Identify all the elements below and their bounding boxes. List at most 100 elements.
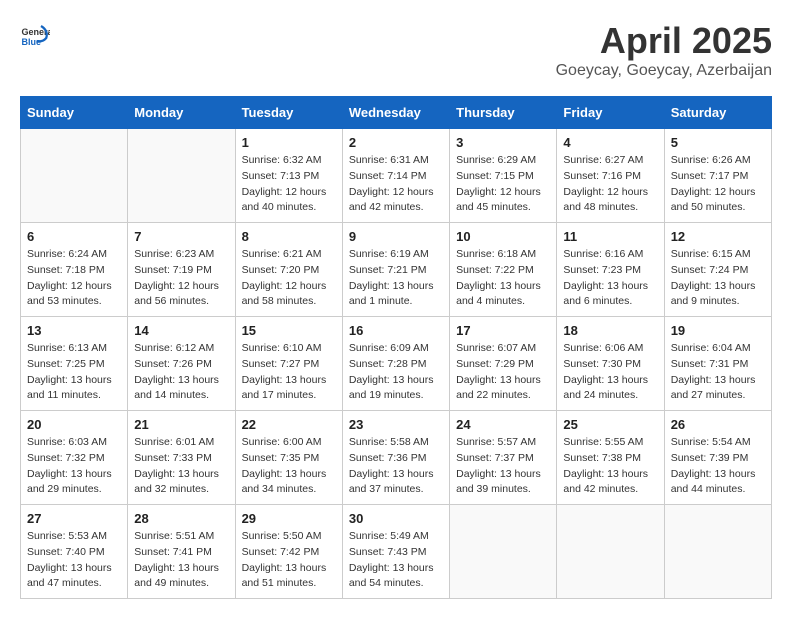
- calendar-body: 1 Sunrise: 6:32 AMSunset: 7:13 PMDaylight…: [21, 129, 772, 599]
- location-title: Goeycay, Goeycay, Azerbaijan: [556, 62, 772, 80]
- day-info: Sunrise: 6:32 AMSunset: 7:13 PMDaylight:…: [242, 153, 336, 216]
- calendar-day-cell: 11 Sunrise: 6:16 AMSunset: 7:23 PMDayligh…: [557, 223, 664, 317]
- calendar-day-cell: [557, 505, 664, 599]
- calendar-day-cell: 29 Sunrise: 5:50 AMSunset: 7:42 PMDayligh…: [235, 505, 342, 599]
- day-info: Sunrise: 6:06 AMSunset: 7:30 PMDaylight:…: [563, 341, 657, 404]
- day-info: Sunrise: 5:53 AMSunset: 7:40 PMDaylight:…: [27, 529, 121, 592]
- day-number: 12: [671, 229, 765, 244]
- weekday-header-cell: Thursday: [450, 97, 557, 129]
- day-info: Sunrise: 6:13 AMSunset: 7:25 PMDaylight:…: [27, 341, 121, 404]
- day-number: 17: [456, 323, 550, 338]
- calendar-day-cell: 20 Sunrise: 6:03 AMSunset: 7:32 PMDayligh…: [21, 411, 128, 505]
- logo: General Blue: [20, 20, 50, 50]
- calendar-day-cell: [128, 129, 235, 223]
- weekday-header-cell: Wednesday: [342, 97, 449, 129]
- calendar-day-cell: 18 Sunrise: 6:06 AMSunset: 7:30 PMDayligh…: [557, 317, 664, 411]
- day-number: 16: [349, 323, 443, 338]
- calendar-day-cell: 7Sunrise: 6:23 AMSunset: 7:19 PMDaylight…: [128, 223, 235, 317]
- day-info: Sunrise: 6:24 AMSunset: 7:18 PMDaylight:…: [27, 247, 121, 310]
- day-number: 6: [27, 229, 121, 244]
- day-info: Sunrise: 6:18 AMSunset: 7:22 PMDaylight:…: [456, 247, 550, 310]
- day-number: 20: [27, 417, 121, 432]
- day-number: 28: [134, 511, 228, 526]
- calendar-day-cell: 16 Sunrise: 6:09 AMSunset: 7:28 PMDayligh…: [342, 317, 449, 411]
- day-info: Sunrise: 6:07 AMSunset: 7:29 PMDaylight:…: [456, 341, 550, 404]
- day-number: 1: [242, 135, 336, 150]
- day-number: 14: [134, 323, 228, 338]
- day-number: 4: [563, 135, 657, 150]
- day-number: 23: [349, 417, 443, 432]
- day-info: Sunrise: 6:12 AMSunset: 7:26 PMDaylight:…: [134, 341, 228, 404]
- calendar-day-cell: 30 Sunrise: 5:49 AMSunset: 7:43 PMDayligh…: [342, 505, 449, 599]
- calendar-table: SundayMondayTuesdayWednesdayThursdayFrid…: [20, 96, 772, 599]
- day-info: Sunrise: 5:49 AMSunset: 7:43 PMDaylight:…: [349, 529, 443, 592]
- day-info: Sunrise: 6:23 AMSunset: 7:19 PMDaylight:…: [134, 247, 228, 310]
- day-number: 9: [349, 229, 443, 244]
- weekday-header-cell: Tuesday: [235, 97, 342, 129]
- day-info: Sunrise: 6:16 AMSunset: 7:23 PMDaylight:…: [563, 247, 657, 310]
- weekday-header-cell: Sunday: [21, 97, 128, 129]
- weekday-header-cell: Monday: [128, 97, 235, 129]
- day-info: Sunrise: 6:29 AMSunset: 7:15 PMDaylight:…: [456, 153, 550, 216]
- calendar-week-row: 20 Sunrise: 6:03 AMSunset: 7:32 PMDayligh…: [21, 411, 772, 505]
- day-number: 25: [563, 417, 657, 432]
- day-info: Sunrise: 6:03 AMSunset: 7:32 PMDaylight:…: [27, 435, 121, 498]
- day-info: Sunrise: 6:09 AMSunset: 7:28 PMDaylight:…: [349, 341, 443, 404]
- day-info: Sunrise: 6:04 AMSunset: 7:31 PMDaylight:…: [671, 341, 765, 404]
- day-info: Sunrise: 5:58 AMSunset: 7:36 PMDaylight:…: [349, 435, 443, 498]
- weekday-header-row: SundayMondayTuesdayWednesdayThursdayFrid…: [21, 97, 772, 129]
- day-info: Sunrise: 6:21 AMSunset: 7:20 PMDaylight:…: [242, 247, 336, 310]
- day-number: 10: [456, 229, 550, 244]
- calendar-day-cell: 4 Sunrise: 6:27 AMSunset: 7:16 PMDaylight…: [557, 129, 664, 223]
- calendar-day-cell: 15 Sunrise: 6:10 AMSunset: 7:27 PMDayligh…: [235, 317, 342, 411]
- day-info: Sunrise: 5:51 AMSunset: 7:41 PMDaylight:…: [134, 529, 228, 592]
- page-header: General Blue April 2025 Goeycay, Goeycay…: [20, 20, 772, 80]
- calendar-day-cell: 25 Sunrise: 5:55 AMSunset: 7:38 PMDayligh…: [557, 411, 664, 505]
- day-info: Sunrise: 6:00 AMSunset: 7:35 PMDaylight:…: [242, 435, 336, 498]
- day-number: 21: [134, 417, 228, 432]
- day-number: 24: [456, 417, 550, 432]
- calendar-day-cell: 17 Sunrise: 6:07 AMSunset: 7:29 PMDayligh…: [450, 317, 557, 411]
- day-number: 13: [27, 323, 121, 338]
- day-info: Sunrise: 5:55 AMSunset: 7:38 PMDaylight:…: [563, 435, 657, 498]
- calendar-day-cell: 5Sunrise: 6:26 AMSunset: 7:17 PMDaylight…: [664, 129, 771, 223]
- day-number: 29: [242, 511, 336, 526]
- calendar-day-cell: 3 Sunrise: 6:29 AMSunset: 7:15 PMDaylight…: [450, 129, 557, 223]
- calendar-day-cell: 24Sunrise: 5:57 AMSunset: 7:37 PMDayligh…: [450, 411, 557, 505]
- calendar-day-cell: 28 Sunrise: 5:51 AMSunset: 7:41 PMDayligh…: [128, 505, 235, 599]
- svg-text:Blue: Blue: [22, 37, 42, 47]
- day-info: Sunrise: 5:54 AMSunset: 7:39 PMDaylight:…: [671, 435, 765, 498]
- day-number: 8: [242, 229, 336, 244]
- calendar-week-row: 27 Sunrise: 5:53 AMSunset: 7:40 PMDayligh…: [21, 505, 772, 599]
- logo-icon: General Blue: [20, 20, 50, 50]
- calendar-day-cell: 22 Sunrise: 6:00 AMSunset: 7:35 PMDayligh…: [235, 411, 342, 505]
- day-info: Sunrise: 5:50 AMSunset: 7:42 PMDaylight:…: [242, 529, 336, 592]
- day-number: 15: [242, 323, 336, 338]
- calendar-day-cell: 9 Sunrise: 6:19 AMSunset: 7:21 PMDaylight…: [342, 223, 449, 317]
- day-number: 26: [671, 417, 765, 432]
- calendar-week-row: 13 Sunrise: 6:13 AMSunset: 7:25 PMDayligh…: [21, 317, 772, 411]
- day-number: 18: [563, 323, 657, 338]
- day-info: Sunrise: 6:27 AMSunset: 7:16 PMDaylight:…: [563, 153, 657, 216]
- day-info: Sunrise: 6:01 AMSunset: 7:33 PMDaylight:…: [134, 435, 228, 498]
- day-number: 30: [349, 511, 443, 526]
- calendar-day-cell: 14 Sunrise: 6:12 AMSunset: 7:26 PMDayligh…: [128, 317, 235, 411]
- day-info: Sunrise: 6:15 AMSunset: 7:24 PMDaylight:…: [671, 247, 765, 310]
- calendar-day-cell: 6 Sunrise: 6:24 AMSunset: 7:18 PMDaylight…: [21, 223, 128, 317]
- calendar-day-cell: 19 Sunrise: 6:04 AMSunset: 7:31 PMDayligh…: [664, 317, 771, 411]
- day-number: 11: [563, 229, 657, 244]
- calendar-day-cell: [450, 505, 557, 599]
- day-number: 5: [671, 135, 765, 150]
- day-number: 19: [671, 323, 765, 338]
- calendar-day-cell: 10 Sunrise: 6:18 AMSunset: 7:22 PMDayligh…: [450, 223, 557, 317]
- day-info: Sunrise: 6:10 AMSunset: 7:27 PMDaylight:…: [242, 341, 336, 404]
- calendar-day-cell: 21 Sunrise: 6:01 AMSunset: 7:33 PMDayligh…: [128, 411, 235, 505]
- calendar-day-cell: 12 Sunrise: 6:15 AMSunset: 7:24 PMDayligh…: [664, 223, 771, 317]
- calendar-day-cell: 2Sunrise: 6:31 AMSunset: 7:14 PMDaylight…: [342, 129, 449, 223]
- day-number: 22: [242, 417, 336, 432]
- day-number: 27: [27, 511, 121, 526]
- day-info: Sunrise: 6:19 AMSunset: 7:21 PMDaylight:…: [349, 247, 443, 310]
- calendar-day-cell: 27 Sunrise: 5:53 AMSunset: 7:40 PMDayligh…: [21, 505, 128, 599]
- day-number: 3: [456, 135, 550, 150]
- calendar-day-cell: [21, 129, 128, 223]
